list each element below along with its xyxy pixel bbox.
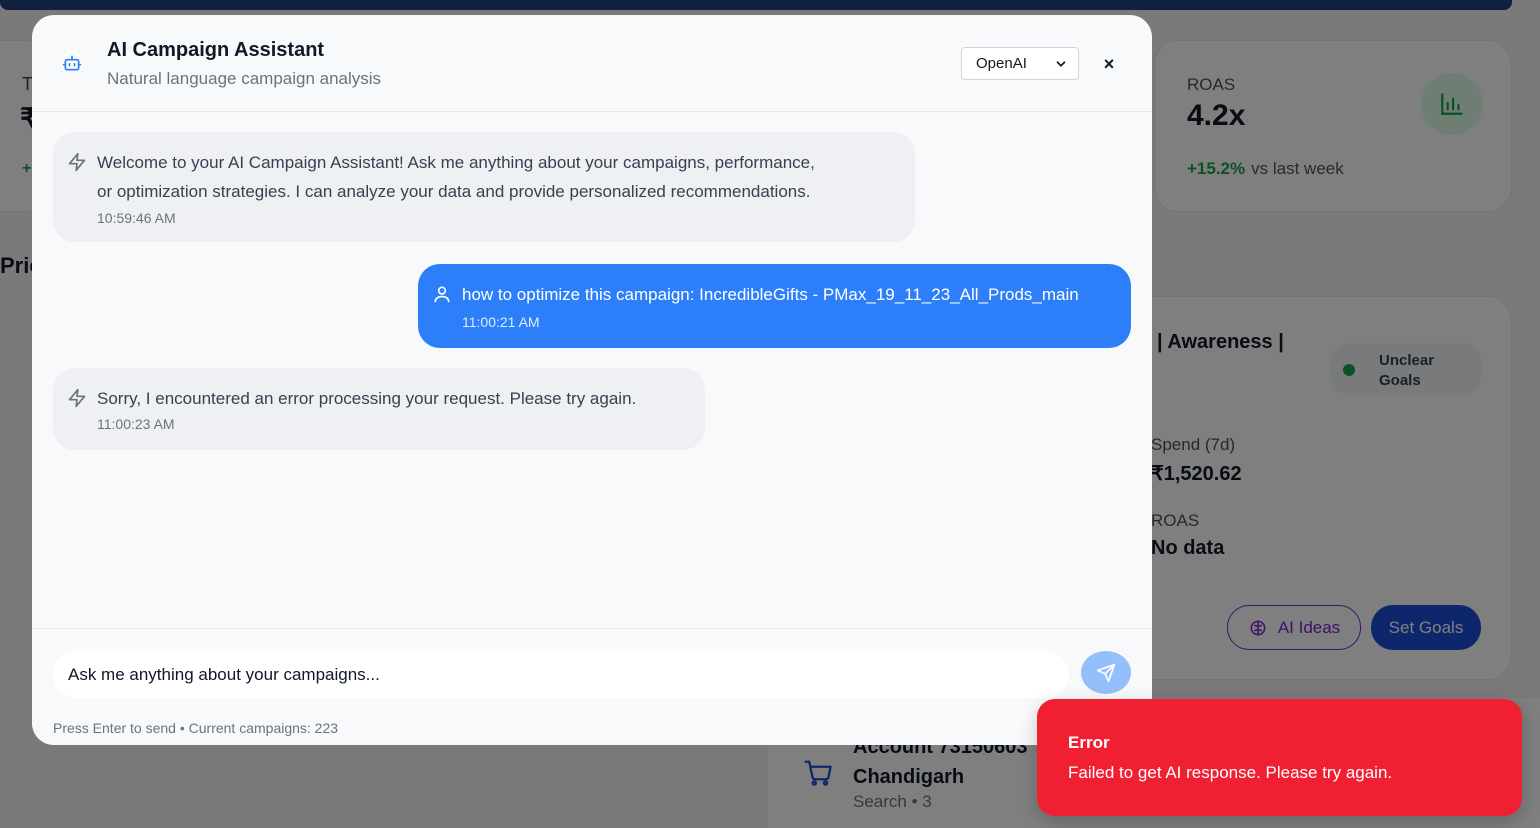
message-line: Welcome to your AI Campaign Assistant! A…	[97, 153, 815, 172]
close-button[interactable]: ×	[1098, 53, 1120, 75]
message-line: or optimization strategies. I can analyz…	[97, 182, 811, 201]
toast-title: Error	[1068, 733, 1110, 752]
chat-input[interactable]	[53, 651, 1069, 698]
toast-message: Failed to get AI response. Please try ag…	[1068, 763, 1393, 782]
assistant-message: Sorry, I encountered an error processing…	[53, 368, 705, 450]
lightning-icon	[68, 388, 86, 408]
message-timestamp: 10:59:46 AM	[97, 210, 176, 226]
message-timestamp: 11:00:23 AM	[97, 416, 175, 432]
assistant-message: Welcome to your AI Campaign Assistant! A…	[53, 132, 915, 242]
user-icon	[434, 286, 450, 303]
input-hint: Press Enter to send • Current campaigns:…	[53, 720, 339, 736]
message-text: Sorry, I encountered an error processing…	[97, 389, 637, 408]
message-text: how to optimize this campaign: Incredibl…	[462, 285, 1079, 304]
send-icon	[1096, 663, 1116, 682]
chat-input-area: Press Enter to send • Current campaigns:…	[32, 628, 1152, 745]
ai-provider-select[interactable]: OpenAI	[961, 47, 1079, 80]
modal-subtitle: Natural language campaign analysis	[107, 69, 382, 88]
error-toast[interactable]: Error Failed to get AI response. Please …	[1037, 699, 1522, 816]
user-message: how to optimize this campaign: Incredibl…	[418, 264, 1131, 348]
send-button[interactable]	[1081, 651, 1131, 694]
bot-icon	[62, 55, 82, 71]
chevron-down-icon	[1056, 61, 1066, 67]
modal-title: AI Campaign Assistant	[107, 39, 325, 61]
ai-provider-selected: OpenAI	[976, 55, 1027, 72]
lightning-icon	[68, 152, 86, 172]
modal-header: AI Campaign Assistant Natural language c…	[32, 15, 1152, 112]
message-text: Welcome to your AI Campaign Assistant! A…	[97, 148, 815, 206]
ai-assistant-modal: AI Campaign Assistant Natural language c…	[32, 15, 1152, 745]
message-timestamp: 11:00:21 AM	[462, 314, 540, 330]
